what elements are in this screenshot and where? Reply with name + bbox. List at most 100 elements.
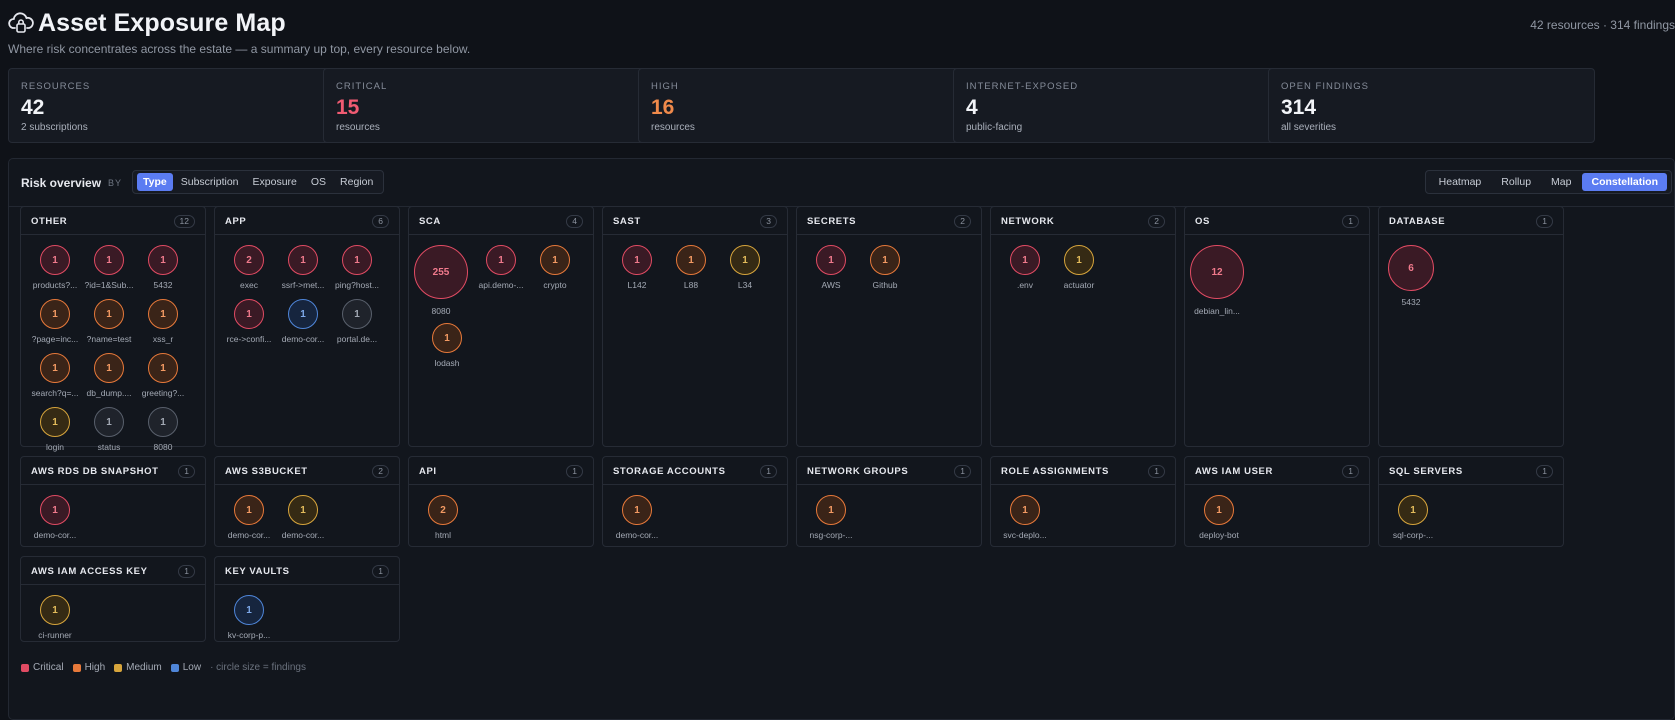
finding-count-circle[interactable]: 1 [234, 299, 264, 329]
group-card-app[interactable]: APP 6 2 exec 1 ssrf->met... 1 ping?host... 1 rce-… [214, 206, 400, 447]
group-card-aws-rds-db-snapshot[interactable]: AWS RDS DB SNAPSHOT 1 1 demo-cor... [20, 456, 206, 547]
finding-count-circle[interactable]: 1 [1010, 245, 1040, 275]
group-by-tab-region[interactable]: Region [334, 173, 379, 191]
resource-node[interactable]: 1 ping?host... [327, 245, 387, 295]
stat-sub: 2 subscriptions [21, 122, 88, 133]
group-card-secrets[interactable]: SECRETS 2 1 AWS 1 Github [796, 206, 982, 447]
finding-count-circle[interactable]: 1 [342, 299, 372, 329]
resource-node[interactable]: 6 5432 [1381, 245, 1441, 307]
resource-node[interactable]: 1 deploy-bot [1189, 495, 1249, 545]
resource-node[interactable]: 2 html [413, 495, 473, 545]
group-card-other[interactable]: OTHER 12 1 products?... 1 ?id=1&Sub... 1 5432 1?… [20, 206, 206, 452]
resource-node[interactable]: 1 greeting?... [133, 353, 193, 403]
stat-sub: resources [651, 122, 695, 133]
finding-count-circle[interactable]: 1 [40, 595, 70, 625]
finding-count-circle[interactable]: 1 [148, 245, 178, 275]
finding-count-circle[interactable]: 1 [676, 245, 706, 275]
group-card-sql-servers[interactable]: SQL SERVERS 1 1 sql-corp-... [1378, 456, 1564, 547]
finding-count-circle[interactable]: 1 [288, 245, 318, 275]
resource-node[interactable]: 1 demo-cor... [607, 495, 667, 545]
view-tab-heatmap[interactable]: Heatmap [1430, 173, 1491, 191]
finding-count-circle[interactable]: 1 [94, 353, 124, 383]
resource-node[interactable]: 1 portal.de... [327, 299, 387, 349]
group-header: KEY VAULTS 1 [215, 557, 399, 585]
view-tab-rollup[interactable]: Rollup [1492, 173, 1540, 191]
group-card-key-vaults[interactable]: KEY VAULTS 1 1 kv-corp-p... [214, 556, 400, 642]
group-card-network[interactable]: NETWORK 2 1 .env 1 actuator [990, 206, 1176, 447]
group-card-role-assignments[interactable]: ROLE ASSIGNMENTS 1 1 svc-deplo... [990, 456, 1176, 547]
finding-count-circle[interactable]: 1 [730, 245, 760, 275]
group-by-tab-subscription[interactable]: Subscription [175, 173, 245, 191]
group-by-tab-os[interactable]: OS [305, 173, 332, 191]
finding-count-circle[interactable]: 1 [1010, 495, 1040, 525]
resource-node[interactable]: 1 crypto [525, 245, 585, 295]
resource-node[interactable]: 1 demo-cor... [273, 495, 333, 545]
group-card-storage-accounts[interactable]: STORAGE ACCOUNTS 1 1 demo-cor... [602, 456, 788, 547]
finding-count-circle[interactable]: 1 [486, 245, 516, 275]
resource-node[interactable]: 1 demo-cor... [25, 495, 85, 545]
finding-count-circle[interactable]: 1 [288, 495, 318, 525]
finding-count-circle[interactable]: 1 [870, 245, 900, 275]
resource-node[interactable]: 1 5432 [133, 245, 193, 295]
finding-count-circle[interactable]: 2 [234, 245, 264, 275]
finding-count-circle[interactable]: 1 [1398, 495, 1428, 525]
finding-count-circle[interactable]: 1 [816, 245, 846, 275]
finding-count-circle[interactable]: 1 [40, 407, 70, 437]
resource-node[interactable]: 1 kv-corp-p... [219, 595, 279, 645]
group-card-aws-s3bucket[interactable]: AWS S3BUCKET 2 1 demo-cor... 1 demo-cor... [214, 456, 400, 547]
resource-node[interactable]: 255 8080 [411, 245, 471, 316]
resource-node[interactable]: 12 debian_lin... [1187, 245, 1247, 316]
resource-node[interactable]: 1 L34 [715, 245, 775, 295]
group-card-api[interactable]: API 1 2 html [408, 456, 594, 547]
group-card-sca[interactable]: SCA 4 255 8080 1 api.demo-... 1 crypto 1 lodash [408, 206, 594, 447]
finding-count-circle[interactable]: 1 [622, 245, 652, 275]
finding-count-circle[interactable]: 1 [234, 595, 264, 625]
view-tab-map[interactable]: Map [1542, 173, 1580, 191]
finding-count-circle[interactable]: 1 [432, 323, 462, 353]
group-title: AWS RDS DB SNAPSHOT [31, 466, 159, 477]
finding-count-circle[interactable]: 1 [540, 245, 570, 275]
finding-count-circle[interactable]: 1 [288, 299, 318, 329]
group-card-sast[interactable]: SAST 3 1 L142 1 L88 1 L34 [602, 206, 788, 447]
finding-count-circle[interactable]: 2 [428, 495, 458, 525]
finding-count-circle[interactable]: 1 [622, 495, 652, 525]
resource-node[interactable]: 1 actuator [1049, 245, 1109, 295]
resource-node[interactable]: 1 svc-deplo... [995, 495, 1055, 545]
finding-count-circle[interactable]: 1 [1204, 495, 1234, 525]
finding-count-circle[interactable]: 1 [148, 299, 178, 329]
finding-count-circle[interactable]: 12 [1190, 245, 1244, 299]
finding-count-circle[interactable]: 1 [40, 245, 70, 275]
finding-count-circle[interactable]: 1 [40, 353, 70, 383]
group-card-database[interactable]: DATABASE 1 6 5432 [1378, 206, 1564, 447]
resource-node[interactable]: 1 nsg-corp-... [801, 495, 861, 545]
finding-count-circle[interactable]: 1 [148, 407, 178, 437]
finding-count-circle[interactable]: 1 [94, 407, 124, 437]
finding-count-circle[interactable]: 1 [94, 299, 124, 329]
resource-node[interactable]: 1 ci-runner [25, 595, 85, 645]
finding-count-circle[interactable]: 1 [234, 495, 264, 525]
resource-node[interactable]: 1 xss_r [133, 299, 193, 349]
resource-node[interactable]: 1 8080 [133, 407, 193, 457]
group-by-tab-type[interactable]: Type [137, 173, 173, 191]
resource-node[interactable]: 1 lodash [417, 323, 477, 373]
resource-node[interactable]: 1 sql-corp-... [1383, 495, 1443, 545]
stat-sub: all severities [1281, 122, 1337, 133]
finding-count-circle[interactable]: 1 [816, 495, 846, 525]
group-count-badge: 1 [566, 465, 583, 478]
group-card-aws-iam-user[interactable]: AWS IAM USER 1 1 deploy-bot [1184, 456, 1370, 547]
group-card-os[interactable]: OS 1 12 debian_lin... [1184, 206, 1370, 447]
finding-count-circle[interactable]: 1 [148, 353, 178, 383]
group-card-network-groups[interactable]: NETWORK GROUPS 1 1 nsg-corp-... [796, 456, 982, 547]
group-card-aws-iam-access-key[interactable]: AWS IAM ACCESS KEY 1 1 ci-runner [20, 556, 206, 642]
finding-count-circle[interactable]: 6 [1388, 245, 1434, 291]
group-by-tab-exposure[interactable]: Exposure [247, 173, 303, 191]
finding-count-circle[interactable]: 255 [414, 245, 468, 299]
stat-label: INTERNET-EXPOSED [966, 81, 1079, 92]
finding-count-circle[interactable]: 1 [1064, 245, 1094, 275]
view-tab-constellation[interactable]: Constellation [1582, 173, 1667, 191]
finding-count-circle[interactable]: 1 [94, 245, 124, 275]
finding-count-circle[interactable]: 1 [40, 495, 70, 525]
finding-count-circle[interactable]: 1 [40, 299, 70, 329]
finding-count-circle[interactable]: 1 [342, 245, 372, 275]
resource-node[interactable]: 1 Github [855, 245, 915, 295]
